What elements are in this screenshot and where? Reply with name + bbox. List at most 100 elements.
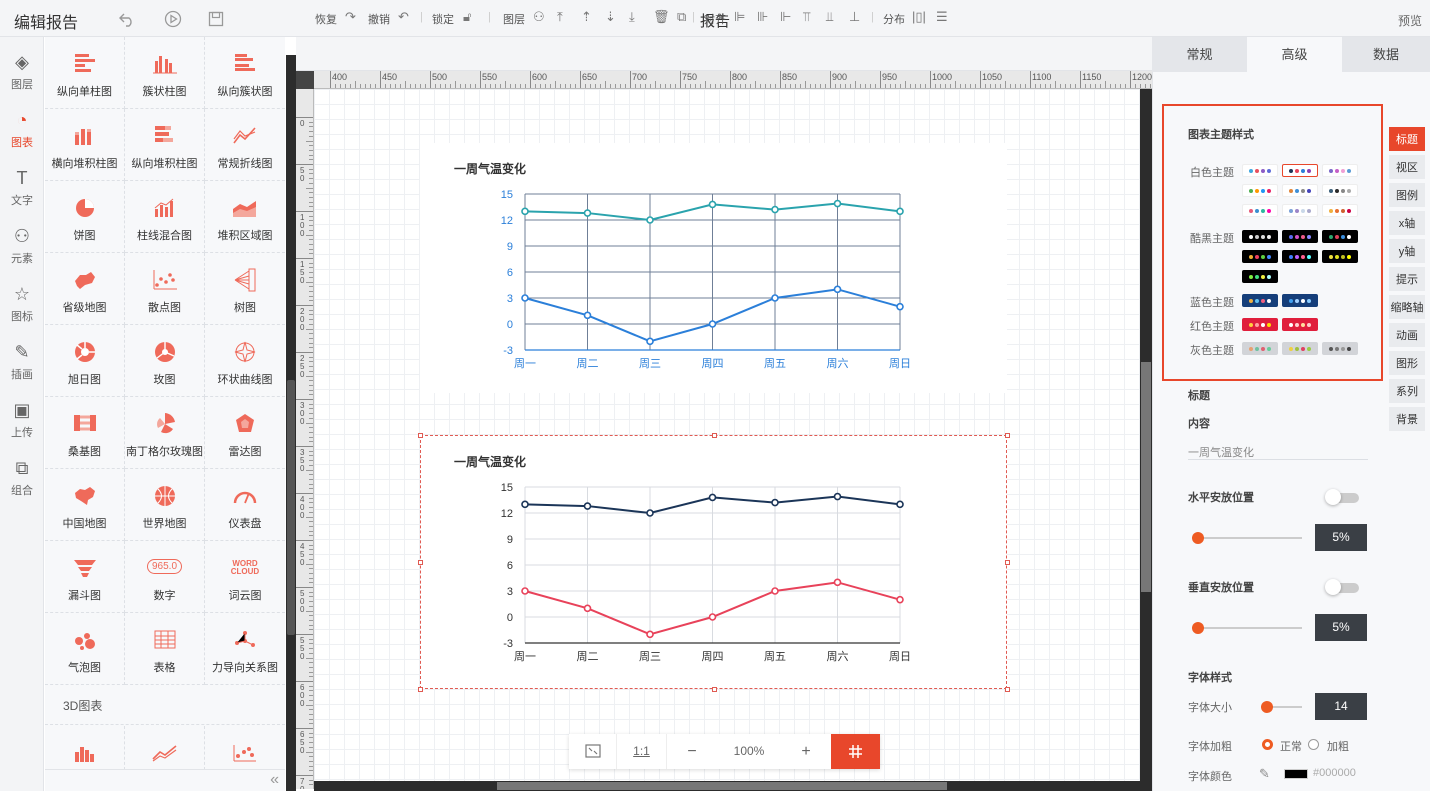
delete-icon[interactable]: 🗑︎ bbox=[653, 9, 670, 25]
distribute-v-icon[interactable]: ☰ bbox=[936, 9, 948, 25]
layer-button[interactable]: 图层 bbox=[503, 11, 525, 27]
nav-image[interactable]: ▣ 上传 bbox=[0, 391, 44, 449]
resize-handle[interactable] bbox=[1005, 687, 1010, 692]
layer-down-icon[interactable]: ⇣ bbox=[605, 9, 616, 25]
nav-layers[interactable]: ◈ 图层 bbox=[0, 43, 44, 101]
theme-swatch[interactable] bbox=[1282, 250, 1318, 263]
font-size-value[interactable]: 14 bbox=[1315, 693, 1367, 720]
resize-handle[interactable] bbox=[711, 687, 717, 692]
vtab-0[interactable]: 标题 bbox=[1389, 127, 1425, 153]
theme-swatch[interactable] bbox=[1242, 230, 1278, 243]
theme-swatch[interactable] bbox=[1322, 342, 1358, 355]
series-point[interactable] bbox=[771, 205, 779, 214]
series-point[interactable] bbox=[583, 311, 592, 320]
series-point[interactable] bbox=[708, 320, 717, 328]
layer-bottom-icon[interactable]: ⤓ bbox=[629, 9, 635, 25]
theme-swatch[interactable] bbox=[1322, 164, 1358, 177]
nav-shapes[interactable]: ⚇ 元素 bbox=[0, 217, 44, 275]
palette-item-13[interactable]: 玫图 bbox=[125, 325, 205, 397]
v-pos-slider[interactable] bbox=[1198, 627, 1302, 629]
lock-button[interactable]: 锁定 bbox=[432, 11, 454, 27]
resize-handle[interactable] bbox=[1005, 433, 1010, 438]
theme-swatch[interactable] bbox=[1282, 294, 1318, 307]
canvas-horizontal-scrollbar-thumb[interactable] bbox=[497, 782, 947, 790]
undo-arrow-icon[interactable]: ↶ bbox=[398, 9, 409, 25]
palette-item-4[interactable]: 纵向堆积柱图 bbox=[125, 109, 205, 181]
align-middle-icon[interactable]: ⫫ bbox=[826, 9, 833, 25]
h-pos-value[interactable]: 5% bbox=[1315, 524, 1367, 551]
font-size-slider[interactable] bbox=[1268, 706, 1302, 708]
palette-item-8[interactable]: 堆积区域图 bbox=[205, 181, 285, 253]
vtab-9[interactable]: 系列 bbox=[1389, 379, 1425, 405]
undo-button[interactable]: 撤销 bbox=[368, 11, 390, 27]
align-right-icon[interactable]: ⊩ bbox=[780, 9, 791, 25]
actual-size-button[interactable]: 1:1 bbox=[617, 734, 667, 769]
theme-swatch[interactable] bbox=[1282, 184, 1318, 197]
vtab-1[interactable]: 视区 bbox=[1389, 155, 1425, 181]
v-pos-value[interactable]: 5% bbox=[1315, 614, 1367, 641]
theme-swatch[interactable] bbox=[1242, 164, 1278, 177]
theme-swatch[interactable] bbox=[1242, 270, 1278, 283]
collapse-panel-button[interactable]: « bbox=[45, 769, 285, 791]
theme-swatch[interactable] bbox=[1282, 318, 1318, 331]
series-point[interactable] bbox=[646, 337, 654, 346]
resize-handle[interactable] bbox=[418, 433, 423, 438]
align-center-icon[interactable]: ⊪ bbox=[757, 9, 768, 25]
bold-normal-radio[interactable] bbox=[1262, 739, 1273, 750]
palette-item-20[interactable]: 仪表盘 bbox=[205, 469, 285, 541]
palette-item-5[interactable]: 常规折线图 bbox=[205, 109, 285, 181]
resize-handle[interactable] bbox=[1005, 560, 1010, 565]
palette-item-11[interactable]: 树图 bbox=[205, 253, 285, 325]
theme-swatch[interactable] bbox=[1322, 250, 1358, 263]
nav-text[interactable]: T 文字 bbox=[0, 159, 44, 217]
palette-item-15[interactable]: 桑基图 bbox=[45, 397, 125, 469]
h-pos-slider-handle[interactable] bbox=[1192, 532, 1204, 544]
nav-chart[interactable]: ◔ 图表 bbox=[0, 101, 44, 159]
palette-item-7[interactable]: 柱线混合图 bbox=[125, 181, 205, 253]
resize-handle[interactable] bbox=[418, 560, 423, 565]
theme-swatch[interactable] bbox=[1282, 204, 1318, 217]
palette-item-2[interactable]: 纵向簇状图 bbox=[205, 37, 285, 109]
tab-advanced[interactable]: 高级 bbox=[1247, 37, 1342, 72]
distribute-h-icon[interactable]: |▯| bbox=[912, 9, 926, 25]
theme-swatch[interactable] bbox=[1242, 184, 1278, 197]
restore-button[interactable]: 恢复 bbox=[315, 11, 337, 27]
palette-item-18[interactable]: 中国地图 bbox=[45, 469, 125, 541]
vtab-5[interactable]: 提示 bbox=[1389, 267, 1425, 293]
v-pos-slider-handle[interactable] bbox=[1192, 622, 1204, 634]
vtab-8[interactable]: 图形 bbox=[1389, 351, 1425, 377]
vtab-2[interactable]: 图例 bbox=[1389, 183, 1425, 209]
redo-icon[interactable]: ↷ bbox=[345, 9, 356, 25]
palette-item-24[interactable]: 气泡图 bbox=[45, 613, 125, 685]
line-chart-1[interactable]: 15 12 9 6 3 0 -3周一 周二 周三 周四 周五 周六 周日 bbox=[490, 180, 930, 380]
series-point[interactable] bbox=[833, 199, 842, 208]
palette-item-3d-line[interactable] bbox=[125, 726, 205, 770]
palette-item-3d-scatter[interactable] bbox=[205, 726, 285, 770]
palette-item-3[interactable]: 横向堆积柱图 bbox=[45, 109, 125, 181]
palette-item-3d-bar[interactable] bbox=[45, 726, 125, 770]
content-input[interactable]: 一周气温变化 bbox=[1188, 438, 1368, 460]
nav-group[interactable]: ⧉ 组合 bbox=[0, 449, 44, 507]
theme-swatch[interactable] bbox=[1242, 250, 1278, 263]
zoom-in-button[interactable]: + bbox=[781, 734, 831, 769]
palette-item-17[interactable]: 雷达图 bbox=[205, 397, 285, 469]
layer-up-icon[interactable]: ⇡ bbox=[581, 9, 592, 25]
series-point[interactable] bbox=[896, 302, 904, 311]
theme-swatch[interactable] bbox=[1322, 204, 1358, 217]
theme-swatch[interactable] bbox=[1242, 294, 1278, 307]
theme-swatch[interactable] bbox=[1242, 342, 1278, 355]
vtab-10[interactable]: 背景 bbox=[1389, 407, 1425, 433]
h-pos-toggle[interactable] bbox=[1325, 489, 1359, 505]
layer-group-icon[interactable]: ⚇ bbox=[533, 9, 545, 25]
palette-item-12[interactable]: 旭日图 bbox=[45, 325, 125, 397]
v-pos-toggle[interactable] bbox=[1325, 579, 1359, 595]
vtab-3[interactable]: x轴 bbox=[1389, 211, 1425, 237]
palette-scrollbar-thumb[interactable] bbox=[287, 380, 295, 635]
palette-item-1[interactable]: 簇状柱图 bbox=[125, 37, 205, 109]
canvas-vertical-scrollbar-thumb[interactable] bbox=[1141, 362, 1151, 592]
palette-item-26[interactable]: 力导向关系图 bbox=[205, 613, 285, 685]
series-point[interactable] bbox=[833, 285, 842, 294]
palette-item-16[interactable]: 南丁格尔玫瑰图 bbox=[125, 397, 205, 469]
palette-item-9[interactable]: 省级地图 bbox=[45, 253, 125, 325]
h-pos-slider[interactable] bbox=[1198, 537, 1302, 539]
